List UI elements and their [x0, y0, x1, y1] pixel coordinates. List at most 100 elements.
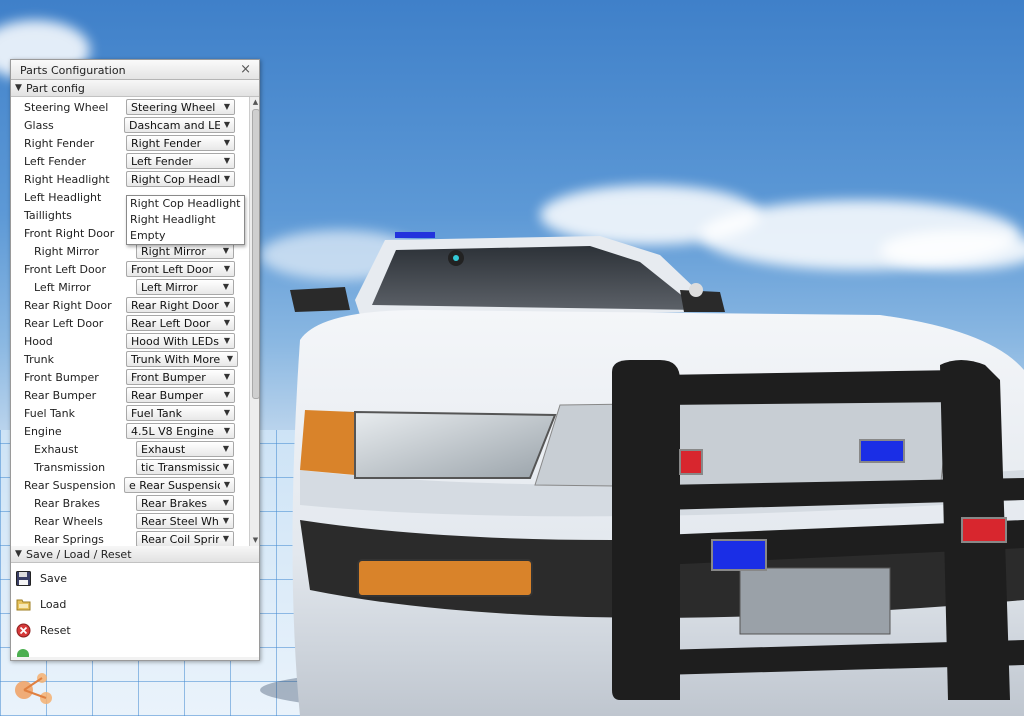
- chevron-down-icon[interactable]: ▼: [220, 388, 234, 402]
- left-mirror: [290, 287, 350, 312]
- part-list-scrollbar[interactable]: ▲ ▼: [249, 97, 259, 546]
- chevron-down-icon[interactable]: ▼: [219, 280, 233, 294]
- chevron-down-icon[interactable]: ▼: [219, 442, 233, 456]
- chevron-down-icon[interactable]: ▼: [220, 298, 234, 312]
- scroll-down-icon[interactable]: ▼: [250, 535, 259, 546]
- part-select[interactable]: Rear Bumper ▼: [126, 387, 235, 403]
- chevron-down-icon[interactable]: ▼: [220, 316, 234, 330]
- chevron-down-icon[interactable]: ▼: [220, 370, 234, 384]
- scroll-up-icon[interactable]: ▲: [250, 97, 259, 108]
- part-select[interactable]: e Rear Suspension ▼: [124, 477, 235, 493]
- part-select[interactable]: Rear Brakes ▼: [136, 495, 234, 511]
- part-select[interactable]: Rear Left Door ▼: [126, 315, 235, 331]
- part-select[interactable]: 4.5L V8 Engine ▼: [126, 423, 235, 439]
- floppy-disk-icon: [16, 571, 31, 586]
- scrollbar-thumb[interactable]: [252, 109, 259, 399]
- part-row: Front Bumper Front Bumper ▼: [11, 369, 249, 387]
- part-select[interactable]: Front Left Door ▼: [126, 261, 235, 277]
- load-button[interactable]: Load: [16, 595, 216, 615]
- window-titlebar[interactable]: Parts Configuration ×: [11, 60, 259, 80]
- part-select[interactable]: tic Transmission ▼: [136, 459, 234, 475]
- part-select-value: Rear Left Door: [131, 317, 211, 330]
- collapse-arrow-icon[interactable]: ▼: [15, 83, 22, 93]
- chevron-down-icon[interactable]: ▼: [223, 352, 237, 366]
- collapse-arrow-icon[interactable]: ▼: [15, 549, 22, 559]
- part-select-value: Steering Wheel: [131, 101, 216, 114]
- headlight-dropdown-menu[interactable]: Right Cop Headlight Right Headlight Empty: [126, 195, 245, 245]
- part-select[interactable]: Rear Right Door ▼: [126, 297, 235, 313]
- part-label: Front Right Door: [24, 227, 115, 240]
- chevron-down-icon[interactable]: ▼: [220, 118, 234, 132]
- chevron-down-icon[interactable]: ▼: [220, 406, 234, 420]
- partial-icon: [17, 649, 29, 657]
- part-label: Rear Brakes: [34, 497, 100, 510]
- folder-icon: [16, 599, 31, 611]
- part-select[interactable]: Steering Wheel ▼: [126, 99, 235, 115]
- chevron-down-icon[interactable]: ▼: [220, 424, 234, 438]
- part-select[interactable]: Right Mirror ▼: [136, 243, 234, 259]
- chevron-down-icon[interactable]: ▼: [220, 136, 234, 150]
- headlight-left: [354, 410, 557, 479]
- window-title: Parts Configuration: [20, 64, 126, 77]
- dropdown-option[interactable]: Right Headlight: [127, 212, 244, 228]
- part-select[interactable]: Front Bumper ▼: [126, 369, 235, 385]
- part-select[interactable]: Rear Coil Springs ▼: [136, 531, 234, 546]
- chevron-down-icon[interactable]: ▼: [220, 478, 234, 492]
- section-label: Part config: [26, 82, 85, 95]
- part-select[interactable]: Left Mirror ▼: [136, 279, 234, 295]
- part-select[interactable]: Dashcam and LEDs ▼: [124, 117, 235, 133]
- part-select-value: e Rear Suspension: [129, 479, 231, 492]
- reset-button[interactable]: Reset: [16, 621, 216, 641]
- part-row: Rear Left Door Rear Left Door ▼: [11, 315, 249, 333]
- part-select[interactable]: Rear Steel Wheels ▼: [136, 513, 234, 529]
- close-icon[interactable]: ×: [240, 62, 251, 77]
- part-label: Transmission: [34, 461, 106, 474]
- part-config-header[interactable]: ▼ Part config: [11, 80, 259, 97]
- part-select-value: Rear Right Door: [131, 299, 219, 312]
- dropdown-option[interactable]: Empty: [127, 228, 244, 244]
- chevron-down-icon[interactable]: ▼: [219, 244, 233, 258]
- part-select[interactable]: Fuel Tank ▼: [126, 405, 235, 421]
- part-label: Right Fender: [24, 137, 95, 150]
- reset-red-x-icon: [16, 623, 31, 638]
- chevron-down-icon[interactable]: ▼: [219, 532, 233, 546]
- part-label: Glass: [24, 119, 54, 132]
- chevron-down-icon[interactable]: ▼: [220, 172, 234, 186]
- part-select-value: Right Fender: [131, 137, 202, 150]
- part-row: Engine 4.5L V8 Engine ▼: [11, 423, 249, 441]
- part-label: Fuel Tank: [24, 407, 75, 420]
- part-select-value: tic Transmission: [141, 461, 229, 474]
- part-row: Fuel Tank Fuel Tank ▼: [11, 405, 249, 423]
- part-label: Rear Right Door: [24, 299, 112, 312]
- part-select-value: Trunk With More LEDs: [131, 353, 237, 366]
- save-button[interactable]: Save: [16, 569, 216, 589]
- chevron-down-icon[interactable]: ▼: [219, 460, 233, 474]
- part-label: Rear Springs: [34, 533, 104, 546]
- chevron-down-icon[interactable]: ▼: [220, 100, 234, 114]
- save-load-reset-header[interactable]: ▼ Save / Load / Reset: [11, 546, 259, 563]
- part-row: Right Mirror Right Mirror ▼: [11, 243, 249, 261]
- part-select[interactable]: Exhaust ▼: [136, 441, 234, 457]
- part-label: Front Left Door: [24, 263, 106, 276]
- led-red-grille: [679, 449, 703, 475]
- part-select-value: Right Mirror: [141, 245, 206, 258]
- parts-configuration-window: Parts Configuration × ▼ Part config Stee…: [10, 59, 260, 661]
- part-select[interactable]: Right Cop Headlight ▼: [126, 171, 235, 187]
- chevron-down-icon[interactable]: ▼: [220, 262, 234, 276]
- part-select[interactable]: Left Fender ▼: [126, 153, 235, 169]
- led-red-bar: [961, 517, 1007, 543]
- part-label: Right Headlight: [24, 173, 110, 186]
- chevron-down-icon[interactable]: ▼: [220, 154, 234, 168]
- chevron-down-icon[interactable]: ▼: [220, 334, 234, 348]
- app-logo-icon: [15, 673, 52, 704]
- dropdown-option[interactable]: Right Cop Headlight: [127, 196, 244, 212]
- reset-label: Reset: [40, 624, 71, 637]
- part-row: Trunk Trunk With More LEDs▼: [11, 351, 249, 369]
- part-select[interactable]: Right Fender ▼: [126, 135, 235, 151]
- chevron-down-icon[interactable]: ▼: [219, 514, 233, 528]
- chevron-down-icon[interactable]: ▼: [219, 496, 233, 510]
- part-select[interactable]: Hood With LEDs ▼: [126, 333, 235, 349]
- part-row: Rear Wheels Rear Steel Wheels ▼: [11, 513, 249, 531]
- part-label: Rear Left Door: [24, 317, 104, 330]
- part-select[interactable]: Trunk With More LEDs▼: [126, 351, 238, 367]
